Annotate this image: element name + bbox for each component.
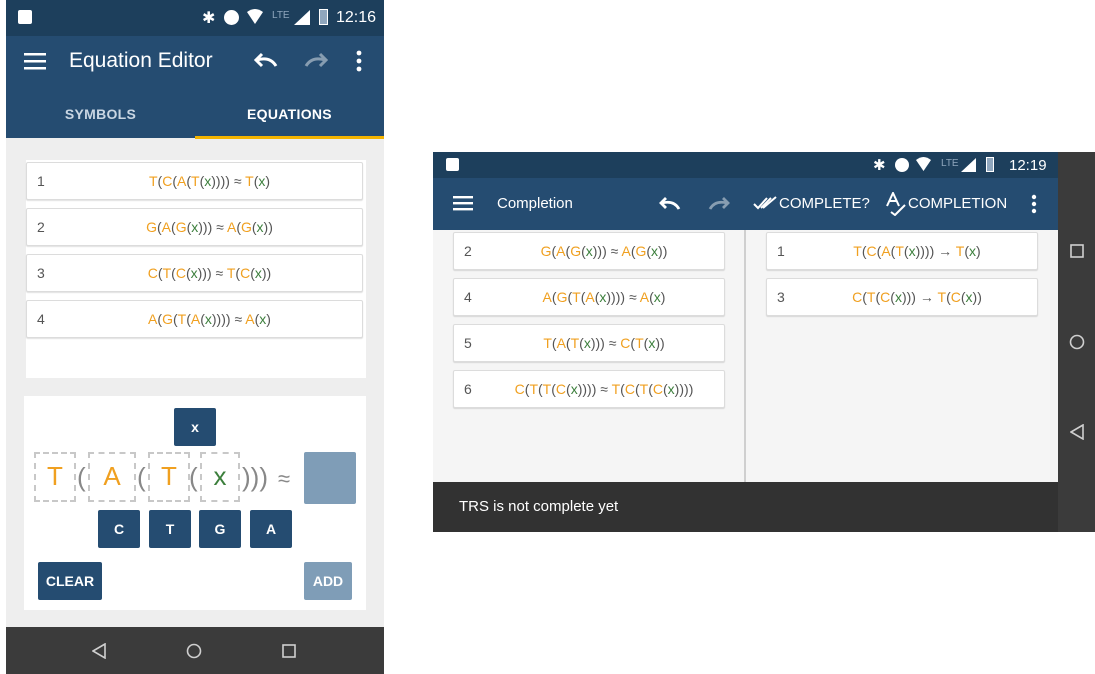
equation-row-5[interactable]: 5 T(A(T(x))) ≈ C(T(x)) <box>453 324 725 362</box>
equation-expression: C(T(T(C(x)))) ≈ T(C(T(C(x)))) <box>514 381 694 397</box>
equation-row-4[interactable]: 4 A(G(T(A(x)))) ≈ A(x) <box>453 278 725 316</box>
snackbar-message: TRS is not complete yet <box>433 482 1058 532</box>
equation-number: 4 <box>37 311 45 327</box>
add-button[interactable]: ADD <box>304 562 352 600</box>
equation-row-2[interactable]: 2 G(A(G(x))) ≈ A(G(x)) <box>453 232 725 270</box>
equation-row-6[interactable]: 6 C(T(T(C(x)))) ≈ T(C(T(C(x)))) <box>453 370 725 408</box>
spellcheck-icon <box>885 192 907 216</box>
home-icon[interactable] <box>1069 334 1085 350</box>
undo-icon[interactable] <box>659 196 681 212</box>
overflow-menu-icon[interactable] <box>1031 194 1037 214</box>
equation-row-4[interactable]: 4 A(G(T(A(x)))) ≈ A(x) <box>26 300 363 338</box>
completion-label: COMPLETION <box>908 195 1008 212</box>
undo-icon[interactable] <box>254 52 278 70</box>
symbol-button-a[interactable]: A <box>250 510 292 548</box>
tab-bar: SYMBOLS EQUATIONS <box>6 88 384 138</box>
equation-expression: T(A(T(x))) ≈ C(T(x)) <box>543 335 665 351</box>
rule-row-3[interactable]: 3 C(T(C(x))) → T(C(x)) <box>766 278 1038 316</box>
symbol-button-g[interactable]: G <box>199 510 241 548</box>
open-paren: ( <box>77 462 86 492</box>
equation-number: 3 <box>37 265 45 281</box>
tab-equations[interactable]: EQUATIONS <box>195 88 384 138</box>
rule-row-1[interactable]: 1 T(C(A(T(x)))) → T(x) <box>766 232 1038 270</box>
clock: 12:16 <box>336 9 377 26</box>
status-bar: ✱ LTE 12:16 <box>6 0 384 36</box>
menu-icon[interactable] <box>24 52 46 70</box>
wifi-icon <box>246 9 264 25</box>
rhs-drop-target[interactable] <box>304 452 356 504</box>
equation-expression: T(C(A(T(x)))) ≈ T(x) <box>148 173 271 189</box>
equation-expression: G(A(G(x))) ≈ A(G(x)) <box>146 219 273 235</box>
tablet-screen: ✱ LTE 12:19 Completion COMPLETE? COMPLET… <box>433 152 1095 532</box>
wifi-icon <box>915 157 932 172</box>
recents-icon[interactable] <box>1070 244 1084 258</box>
equation-expression: A(G(T(A(x)))) ≈ A(x) <box>542 289 666 305</box>
rule-expression: C(T(C(x))) → T(C(x)) <box>852 289 982 305</box>
term-slot-3[interactable]: T <box>148 452 190 502</box>
do-not-disturb-icon <box>224 10 239 25</box>
image-notification-icon <box>18 10 32 24</box>
term-slot-4[interactable]: x <box>200 452 240 502</box>
equation-expression: A(G(T(A(x)))) ≈ A(x) <box>148 311 271 327</box>
phone-screen: ✱ LTE 12:16 Equation Editor SYMBOLS EQUA… <box>6 0 384 674</box>
bluetooth-icon: ✱ <box>873 157 886 174</box>
status-bar: ✱ LTE 12:19 <box>433 152 1058 178</box>
equation-expression: G(A(G(x))) ≈ A(G(x)) <box>540 243 668 259</box>
complete-check-label: COMPLETE? <box>779 195 870 212</box>
term-slot-1[interactable]: T <box>34 452 76 502</box>
redo-icon[interactable] <box>304 52 328 70</box>
term-slot-2[interactable]: A <box>88 452 136 502</box>
equation-expression: C(T(C(x))) ≈ T(C(x)) <box>147 265 272 281</box>
equation-row-1[interactable]: 1 T(C(A(T(x)))) ≈ T(x) <box>26 162 363 200</box>
system-nav-bar <box>6 627 384 674</box>
tab-indicator <box>195 136 384 139</box>
open-paren: ( <box>137 462 146 492</box>
equation-row-3[interactable]: 3 C(T(C(x))) ≈ T(C(x)) <box>26 254 363 292</box>
app-bar: Equation Editor <box>6 36 384 88</box>
home-icon[interactable] <box>186 643 202 659</box>
equation-number: 2 <box>37 219 45 235</box>
menu-icon[interactable] <box>453 195 473 211</box>
equation-number: 4 <box>464 289 472 305</box>
cell-signal-icon <box>961 158 976 172</box>
network-type: LTE <box>941 158 959 169</box>
clear-button[interactable]: CLEAR <box>38 562 102 600</box>
tab-symbols[interactable]: SYMBOLS <box>6 88 195 138</box>
equation-number: 6 <box>464 381 472 397</box>
do-not-disturb-icon <box>895 158 909 172</box>
variable-x-button[interactable]: x <box>174 408 216 446</box>
page-title: Completion <box>497 195 573 212</box>
redo-icon[interactable] <box>708 196 730 212</box>
bluetooth-icon: ✱ <box>202 10 216 27</box>
battery-icon <box>986 157 994 172</box>
cell-signal-icon <box>294 10 310 25</box>
recents-icon[interactable] <box>282 644 296 658</box>
image-notification-icon <box>446 158 459 171</box>
symbol-button-t[interactable]: T <box>149 510 191 548</box>
symbol-button-c[interactable]: C <box>98 510 140 548</box>
back-icon[interactable] <box>92 643 106 659</box>
page-title: Equation Editor <box>69 49 213 72</box>
system-nav-bar <box>1058 152 1095 532</box>
rule-number: 1 <box>777 243 785 259</box>
network-type: LTE <box>272 10 290 21</box>
double-check-icon <box>753 196 779 212</box>
open-paren: ( <box>189 462 198 492</box>
equation-row-2[interactable]: 2 G(A(G(x))) ≈ A(G(x)) <box>26 208 363 246</box>
rule-number: 3 <box>777 289 785 305</box>
equation-number: 1 <box>37 173 45 189</box>
rule-expression: T(C(A(T(x)))) → T(x) <box>853 243 981 259</box>
equation-number: 2 <box>464 243 472 259</box>
closing-parens: ))) <box>242 462 268 492</box>
battery-icon <box>319 9 328 25</box>
approx-symbol: ≈ <box>278 466 291 491</box>
back-icon[interactable] <box>1070 424 1084 440</box>
clock: 12:19 <box>1009 157 1047 174</box>
pane-divider <box>744 230 746 482</box>
overflow-menu-icon[interactable] <box>356 50 362 72</box>
app-bar: Completion COMPLETE? COMPLETION <box>433 178 1058 230</box>
equation-number: 5 <box>464 335 472 351</box>
